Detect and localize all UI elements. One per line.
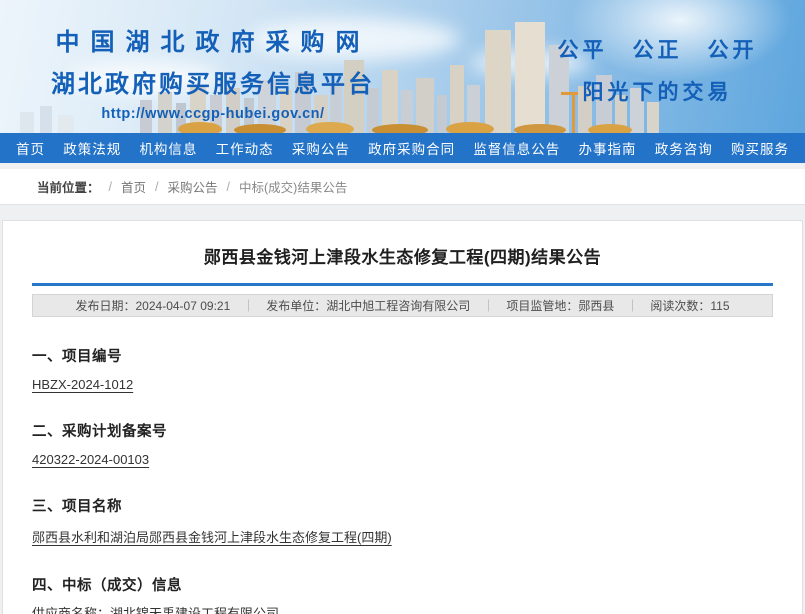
meta-publish-unit-label: 发布单位： [266, 297, 326, 314]
section-heading: 二、采购计划备案号 [32, 420, 773, 441]
nav-item-consult[interactable]: 政务咨询 [655, 138, 713, 158]
nav-item-org-info[interactable]: 机构信息 [139, 138, 197, 158]
meta-views-value: 115 [710, 299, 729, 313]
article-title: 郧西县金钱河上津段水生态修复工程(四期)结果公告 [32, 243, 773, 268]
breadcrumb-separator: / [109, 180, 112, 194]
main-nav: 首页 政策法规 机构信息 工作动态 采购公告 政府采购合同 监督信息公告 办事指… [0, 133, 805, 163]
supplier-name-row: 供应商名称：湖北锦天禹建设工程有限公司 [32, 605, 773, 614]
project-number-value[interactable]: HBZX-2024-1012 [32, 377, 773, 392]
breadcrumb-item-result-notices[interactable]: 中标(成交)结果公告 [239, 177, 347, 196]
meta-separator: ｜ [242, 297, 254, 314]
meta-publish-date-value: 2024-04-07 09:21 [136, 299, 231, 313]
supplier-name-label: 供应商名称： [32, 606, 110, 614]
article-panel: 郧西县金钱河上津段水生态修复工程(四期)结果公告 发布日期： 2024-04-0… [2, 220, 803, 614]
title-divider [32, 283, 773, 286]
project-name-value[interactable]: 郧西县水利和湖泊局郧西县金钱河上津段水生态修复工程(四期) [32, 527, 773, 546]
slogan-line1: 公平 公正 公开 [525, 34, 790, 64]
nav-item-policies[interactable]: 政策法规 [63, 138, 121, 158]
nav-item-guide[interactable]: 办事指南 [579, 138, 637, 158]
supplier-name-value[interactable]: 湖北锦天禹建设工程有限公司 [110, 606, 279, 614]
nav-item-contracts[interactable]: 政府采购合同 [368, 138, 455, 158]
section-plan-record-number: 二、采购计划备案号 420322-2024-00103 [32, 420, 773, 467]
plan-record-number-value[interactable]: 420322-2024-00103 [32, 452, 773, 467]
breadcrumb-separator: / [227, 180, 230, 194]
site-title-line1: 中国湖北政府采购网 [18, 22, 408, 57]
breadcrumb-item-procurement[interactable]: 采购公告 [168, 177, 218, 196]
meta-supervise-value: 郧西县 [578, 297, 614, 314]
site-title-line2: 湖北政府购买服务信息平台 [18, 64, 408, 99]
meta-separator: ｜ [482, 297, 494, 314]
nav-item-supervision[interactable]: 监督信息公告 [473, 138, 560, 158]
site-banner: 中国湖北政府采购网 湖北政府购买服务信息平台 http://www.ccgp-h… [0, 0, 805, 133]
meta-supervise-label: 项目监管地： [506, 297, 578, 314]
nav-item-buy-services[interactable]: 购买服务 [731, 138, 789, 158]
nav-item-procurement[interactable]: 采购公告 [292, 138, 350, 158]
meta-separator: ｜ [626, 297, 638, 314]
nav-item-home[interactable]: 首页 [16, 138, 45, 158]
meta-publish-date-label: 发布日期： [75, 297, 135, 314]
section-project-number: 一、项目编号 HBZX-2024-1012 [32, 345, 773, 392]
nav-item-work-news[interactable]: 工作动态 [216, 138, 274, 158]
article-meta-bar: 发布日期： 2024-04-07 09:21 ｜ 发布单位： 湖北中旭工程咨询有… [32, 294, 773, 317]
section-heading: 四、中标（成交）信息 [32, 574, 773, 595]
breadcrumb: 当前位置： / 首页 / 采购公告 / 中标(成交)结果公告 [0, 169, 805, 205]
breadcrumb-label: 当前位置： [37, 177, 100, 196]
section-heading: 一、项目编号 [32, 345, 773, 366]
section-project-name: 三、项目名称 郧西县水利和湖泊局郧西县金钱河上津段水生态修复工程(四期) [32, 495, 773, 546]
site-slogan: 公平 公正 公开 阳光下的交易 [525, 34, 790, 106]
site-url: http://www.ccgp-hubei.gov.cn/ [18, 106, 408, 122]
section-heading: 三、项目名称 [32, 495, 773, 516]
meta-publish-unit-value: 湖北中旭工程咨询有限公司 [326, 297, 470, 314]
meta-views-label: 阅读次数： [650, 297, 710, 314]
breadcrumb-separator: / [155, 180, 158, 194]
breadcrumb-item-home[interactable]: 首页 [121, 177, 146, 196]
section-award-info: 四、中标（成交）信息 供应商名称：湖北锦天禹建设工程有限公司 供应商地址：武汉市… [32, 574, 773, 614]
slogan-line2: 阳光下的交易 [525, 76, 790, 106]
site-branding: 中国湖北政府采购网 湖北政府购买服务信息平台 http://www.ccgp-h… [18, 22, 408, 122]
